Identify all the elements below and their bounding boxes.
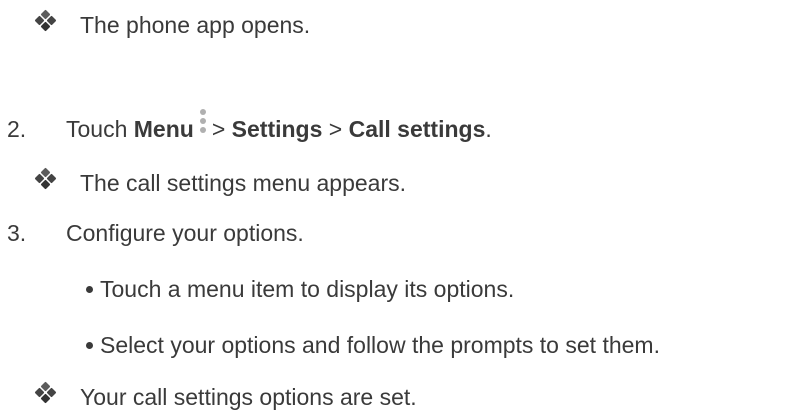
- result-text-options-set: Your call settings options are set.: [80, 384, 417, 410]
- separator-1: >: [211, 116, 226, 142]
- step-3-instruction: Configure your options.: [66, 220, 304, 246]
- result-text-call-settings-menu-appears: The call settings menu appears.: [80, 170, 407, 196]
- step-number-3: 3.: [7, 220, 27, 246]
- diamond-bullet-icon: [33, 9, 59, 32]
- list-bullet: [86, 342, 93, 349]
- diamond-bullet-icon: [33, 167, 59, 190]
- list-bullet: [86, 286, 93, 293]
- step-2-touch: Touch: [66, 116, 128, 142]
- step-2-instruction: Touch Menu > Settings > Call settings.: [66, 109, 492, 144]
- settings-label: Settings: [231, 116, 323, 142]
- diamond-bullet-icon: [33, 381, 59, 404]
- step-number-2: 2.: [7, 116, 27, 142]
- step-2-period: .: [485, 116, 492, 142]
- call-settings-label: Call settings: [348, 116, 486, 142]
- vertical-dots-menu-icon: [198, 109, 208, 141]
- menu-label: Menu: [133, 116, 194, 142]
- result-text-phone-app-opens: The phone app opens.: [80, 12, 311, 38]
- list-item: Touch a menu item to display its options…: [100, 276, 515, 302]
- list-item: Select your options and follow the promp…: [100, 332, 660, 358]
- separator-2: >: [328, 116, 343, 142]
